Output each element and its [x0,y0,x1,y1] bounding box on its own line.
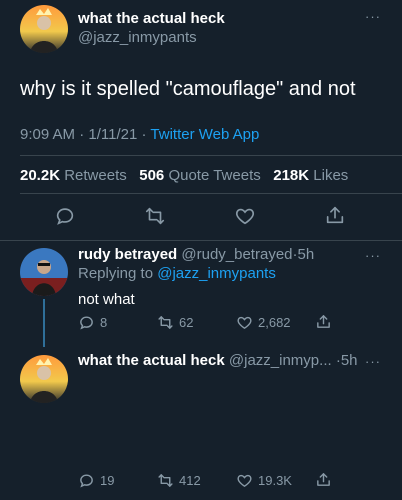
reply-count: 19 [100,473,115,488]
replying-to-handle[interactable]: @jazz_inmypants [157,265,276,282]
tweet-date[interactable]: 1/11/21 [88,126,137,143]
reply-header: rudy betrayed @rudy_betrayed·5h [78,246,314,263]
author-name[interactable]: what the actual heck [78,10,225,27]
like-button[interactable]: 2,682 [236,314,291,331]
author-handle[interactable]: @rudy_betrayed [181,246,292,263]
share-icon [317,315,330,328]
share-icon [326,206,344,224]
reply-button[interactable]: 8 [78,314,107,331]
retweet-button[interactable] [144,205,166,227]
tweet-text: not what [78,291,135,308]
like-count: 2,682 [258,315,291,330]
retweet-button[interactable]: 412 [157,472,201,489]
retweet-count: 412 [179,473,201,488]
divider [20,155,402,156]
more-options-icon[interactable]: ··· [365,9,381,24]
tweet-time: 9:09 AM [20,126,76,143]
thread-line [43,299,45,347]
reply-icon [56,208,74,225]
divider [20,193,402,194]
replying-to: Replying to @jazz_inmypants [78,265,276,282]
reply-icon [80,474,93,488]
tweet-client[interactable]: Twitter Web App [150,126,259,143]
avatar[interactable] [20,248,68,296]
heart-icon [237,474,252,487]
author-name[interactable]: rudy betrayed [78,246,177,263]
more-options-icon[interactable]: ··· [365,248,381,263]
reply-button[interactable]: 19 [78,472,114,489]
heart-icon [237,316,252,329]
retweet-button[interactable]: 62 [157,314,193,331]
author-name[interactable]: what the actual heck [78,352,225,369]
replying-to-label: Replying to [78,265,154,282]
reply-button[interactable] [54,205,76,227]
separator: · [79,126,85,143]
retweet-icon [145,207,165,225]
more-options-icon[interactable]: ··· [365,354,381,369]
heart-icon [235,208,255,225]
like-count: 19.3K [258,473,292,488]
avatar[interactable] [20,5,68,53]
author-handle[interactable]: @jazz_inmypants [78,29,197,46]
tweet-age[interactable]: 5h [298,246,315,263]
retweets-stat[interactable]: 20.2K Retweets [20,167,127,184]
retweet-icon [158,474,173,487]
tweet-meta: 9:09 AM · 1/11/21 · Twitter Web App [20,126,259,143]
tweet-text: why is it spelled "camouflage" and not [20,78,356,100]
author-handle[interactable]: @jazz_inmyp... [229,352,332,369]
tweet-stats: 20.2K Retweets 506 Quote Tweets 218K Lik… [20,167,348,184]
share-button[interactable] [315,471,332,488]
reply-icon [80,316,93,330]
like-button[interactable] [234,205,256,227]
likes-stat[interactable]: 218K Likes [273,167,348,184]
share-button[interactable] [324,204,346,226]
retweet-icon [158,316,173,329]
share-button[interactable] [315,313,332,330]
reply-header: what the actual heck @jazz_inmyp... ·5h [78,352,358,369]
like-button[interactable]: 19.3K [236,472,292,489]
quote-tweets-stat[interactable]: 506 Quote Tweets [139,167,260,184]
separator: · [141,126,147,143]
avatar[interactable] [20,355,68,403]
tweet-age[interactable]: 5h [341,352,358,369]
divider [0,240,402,241]
reply-count: 8 [100,315,108,330]
share-icon [317,473,330,486]
retweet-count: 62 [179,315,194,330]
